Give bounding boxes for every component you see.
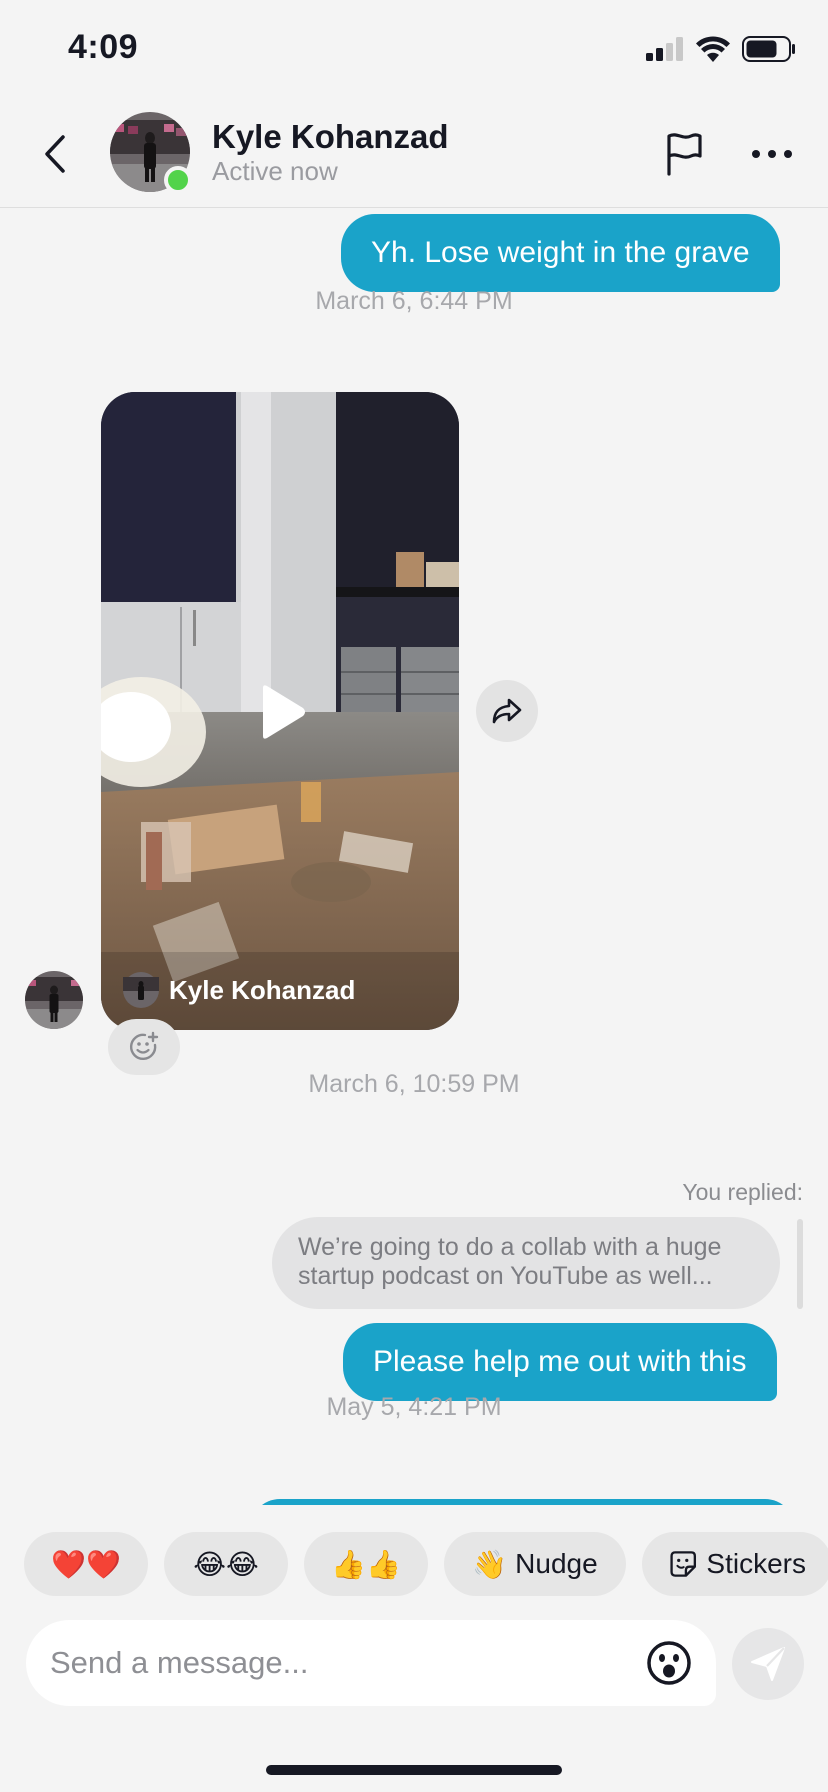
message-composer bbox=[26, 1620, 716, 1706]
contact-status: Active now bbox=[212, 156, 338, 186]
nudge-button[interactable]: 👋 Nudge bbox=[444, 1532, 626, 1596]
flag-icon bbox=[667, 133, 702, 176]
wave-emoji: 👋 bbox=[472, 1548, 508, 1580]
send-button[interactable] bbox=[732, 1628, 804, 1700]
outgoing-message-partial[interactable] bbox=[250, 1499, 795, 1505]
add-reaction-button[interactable] bbox=[108, 1019, 180, 1075]
outgoing-message[interactable]: Please help me out with this bbox=[343, 1323, 777, 1401]
chevron-left-icon bbox=[45, 135, 65, 173]
contact-name[interactable]: Kyle Kohanzad bbox=[212, 118, 449, 156]
outgoing-message[interactable]: Yh. Lose weight in the grave bbox=[341, 214, 780, 292]
nudge-label: Nudge bbox=[515, 1548, 598, 1579]
timestamp: March 6, 10:59 PM bbox=[308, 1070, 520, 1098]
sticker-icon bbox=[670, 1551, 697, 1577]
emoji-face-icon[interactable] bbox=[646, 1640, 692, 1686]
message-list[interactable]: Yh. Lose weight in the grave March 6, 6:… bbox=[0, 209, 828, 1505]
quick-reply-laughing[interactable]: 😂😂 bbox=[164, 1532, 288, 1596]
back-button[interactable] bbox=[28, 126, 84, 182]
add-reaction-icon bbox=[129, 1031, 159, 1061]
timestamp: March 6, 6:44 PM bbox=[315, 287, 513, 315]
quoted-message[interactable]: We’re going to do a collab with a huge s… bbox=[272, 1217, 780, 1309]
report-button[interactable] bbox=[656, 126, 712, 182]
video-owner-name: Kyle Kohanzad bbox=[169, 974, 356, 1005]
send-icon bbox=[751, 1647, 785, 1681]
play-icon[interactable] bbox=[251, 682, 311, 742]
status-icons bbox=[646, 36, 796, 62]
quick-reply-thumbs-up[interactable]: 👍👍 bbox=[304, 1532, 428, 1596]
timestamp: May 5, 4:21 PM bbox=[326, 1393, 502, 1421]
stickers-label: Stickers bbox=[706, 1548, 806, 1579]
quick-reply-bar: ❤️❤️ 😂😂 👍👍 👋 Nudge Stickers bbox=[24, 1532, 828, 1596]
stickers-button[interactable]: Stickers bbox=[642, 1532, 828, 1596]
chat-header: Kyle Kohanzad Active now bbox=[0, 100, 828, 208]
message-text: Yh. Lose weight in the grave bbox=[371, 236, 750, 269]
home-indicator bbox=[266, 1765, 562, 1775]
quote-indicator-bar bbox=[797, 1219, 803, 1309]
more-options-button[interactable] bbox=[744, 126, 800, 182]
video-owner-avatar bbox=[123, 972, 159, 1008]
message-text: Please help me out with this bbox=[373, 1345, 747, 1378]
sender-avatar[interactable] bbox=[25, 971, 83, 1029]
status-bar: 4:09 bbox=[0, 0, 828, 100]
avatar-photo bbox=[25, 971, 83, 1029]
battery-icon bbox=[742, 36, 795, 62]
video-owner: Kyle Kohanzad bbox=[123, 972, 355, 1008]
more-horizontal-icon bbox=[752, 150, 792, 158]
share-arrow-icon bbox=[492, 698, 522, 724]
message-input[interactable] bbox=[50, 1620, 610, 1706]
reply-label: You replied: bbox=[682, 1179, 803, 1205]
quick-reply-hearts[interactable]: ❤️❤️ bbox=[24, 1532, 148, 1596]
online-indicator bbox=[164, 166, 192, 194]
share-button[interactable] bbox=[476, 680, 538, 742]
signal-icon bbox=[646, 37, 683, 61]
hearts-emoji: ❤️❤️ bbox=[51, 1548, 121, 1580]
laughing-emoji: 😂😂 bbox=[193, 1548, 259, 1580]
thumbs-up-emoji: 👍👍 bbox=[331, 1548, 401, 1580]
status-time: 4:09 bbox=[68, 28, 139, 66]
wifi-icon bbox=[696, 36, 730, 62]
video-message[interactable]: Kyle Kohanzad bbox=[101, 392, 459, 1030]
